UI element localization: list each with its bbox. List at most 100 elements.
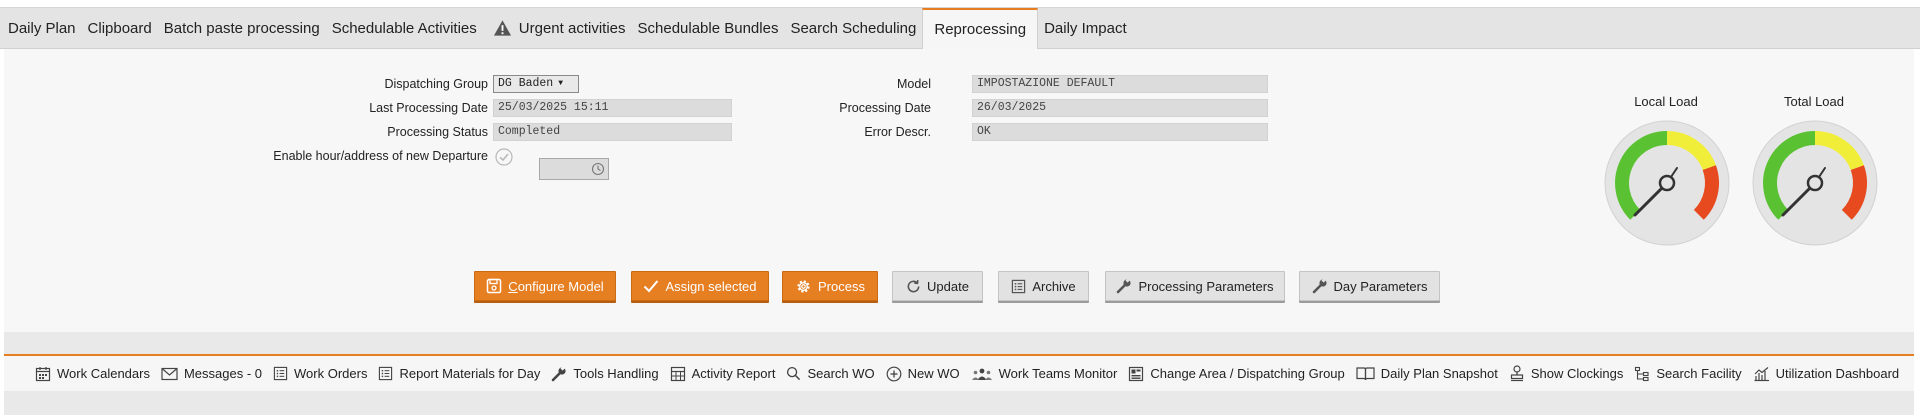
tool-label: Work Teams Monitor [998,366,1118,381]
process-label: Process [818,278,865,294]
save-icon [487,278,502,294]
tab-label: Urgent activities [518,19,626,37]
calendar-icon [35,366,51,381]
tool-label: Change Area / Dispatching Group [1150,366,1345,381]
processing-parameters-button[interactable]: Processing Parameters [1105,271,1285,301]
processing-date-label: Processing Date [839,101,931,115]
total-load-title: Total Load [1784,94,1844,109]
model-field: IMPOSTAZIONE DEFAULT [972,75,1268,93]
tool-label: Show Clockings [1530,366,1624,381]
clock-icon [591,162,605,176]
process-button[interactable]: Process [782,271,878,301]
wrench-icon [552,365,566,381]
archive-label: Archive [1032,278,1076,294]
tool-label: Report Materials for Day [399,366,541,381]
gear-icon [797,279,810,293]
tool-new-wo[interactable]: New WO [886,366,960,382]
model-label: Model [896,77,931,91]
tool-work-orders[interactable]: Work Orders [273,366,367,381]
tab-search-scheduling[interactable]: Search Scheduling [784,8,922,48]
error-descr-label: Error Descr. [864,125,931,139]
footer-bar [4,391,1914,415]
tool-label: Daily Plan Snapshot [1380,366,1498,381]
processing-parameters-label: Processing Parameters [1138,278,1274,294]
enable-hour-checkbox[interactable] [495,148,513,166]
hierarchy-icon [1635,366,1649,381]
day-parameters-button[interactable]: Day Parameters [1299,271,1440,301]
assign-selected-label: Assign selected [665,278,757,294]
archive-list-icon [1012,279,1026,293]
table-icon [670,366,685,381]
check-icon [644,280,659,293]
tab-label: Daily Plan [8,19,76,37]
tool-tools-handling[interactable]: Tools Handling [551,365,659,382]
tool-utilization-dashboard[interactable]: Utilization Dashboard [1753,366,1900,382]
wrench-icon [1117,278,1132,294]
dispatching-group-select[interactable]: DG Baden ▼ [493,75,579,93]
departure-time-field[interactable] [539,158,609,180]
configure-model-button[interactable]: Configure Model [474,271,616,301]
tool-label: Activity Report [691,366,776,381]
archive-button[interactable]: Archive [998,271,1089,301]
tab-label: Schedulable Activities [331,19,477,37]
refresh-icon [907,279,920,292]
configure-model-label: onfigure Model [517,278,604,294]
tool-show-clockings[interactable]: Show Clockings [1509,365,1624,382]
dispatching-group-value: DG Baden [498,77,554,90]
caret-down-icon: ▼ [558,79,564,88]
update-label: Update [927,278,969,294]
tab-schedulable-bundles[interactable]: Schedulable Bundles [632,8,785,48]
stamp-icon [1510,365,1523,382]
tool-messages[interactable]: Messages - 0 [161,366,262,381]
tool-search-facility[interactable]: Search Facility [1634,366,1742,382]
tool-label: Utilization Dashboard [1775,366,1900,381]
last-processing-date-field: 25/03/2025 15:11 [493,99,732,117]
list-icon [379,366,393,381]
configure-model-mnemonic: C [508,278,518,294]
tab-label: Clipboard [87,19,152,37]
bottom-toolbar: Work Calendars Messages - 0 Work Orders … [4,354,1914,391]
dispatching-group-label: Dispatching Group [384,77,488,91]
tab-batch-paste-processing[interactable]: Batch paste processing [158,8,326,48]
tab-label: Batch paste processing [163,19,320,37]
error-descr-field: OK [972,123,1268,141]
enable-hour-label: Enable hour/address of new Departure [273,149,488,163]
day-parameters-label: Day Parameters [1333,278,1428,294]
tool-work-calendars[interactable]: Work Calendars [35,366,150,382]
tab-label: Schedulable Bundles [637,19,779,37]
processing-date-field: 26/03/2025 [972,99,1268,117]
tool-label: Work Orders [294,366,368,381]
tab-schedulable-activities[interactable]: Schedulable Activities [326,8,483,48]
tool-label: Search Facility [1656,366,1742,381]
tool-search-wo[interactable]: Search WO [786,366,875,381]
local-load-title: Local Load [1634,94,1698,109]
tool-daily-plan-snapshot[interactable]: Daily Plan Snapshot [1356,366,1498,381]
tab-daily-plan[interactable]: Daily Plan [2,8,82,48]
tool-label: Tools Handling [573,366,659,381]
assign-selected-button[interactable]: Assign selected [631,271,769,301]
envelope-icon [161,367,178,380]
wrench-icon [1312,278,1327,294]
update-button[interactable]: Update [892,271,983,301]
team-icon [971,368,992,380]
tool-label: Work Calendars [57,366,150,381]
tab-label: Search Scheduling [790,19,917,37]
tool-work-teams-monitor[interactable]: Work Teams Monitor [971,366,1118,381]
chart-icon [1754,366,1769,381]
last-processing-date-label: Last Processing Date [369,101,488,115]
plus-circle-icon [886,366,902,381]
tool-activity-report[interactable]: Activity Report [670,366,776,382]
list-icon [273,366,288,381]
tab-clipboard[interactable]: Clipboard [82,8,158,48]
local-load-gauge [1604,120,1730,246]
tool-change-area[interactable]: Change Area / Dispatching Group [1128,366,1345,382]
search-icon [787,366,801,381]
tab-daily-impact[interactable]: Daily Impact [1038,8,1133,48]
tool-label: Search WO [807,366,875,381]
warning-icon [493,20,511,36]
tab-reprocessing[interactable]: Reprocessing [922,8,1039,49]
tab-urgent-activities[interactable]: Urgent activities [483,8,632,48]
tool-report-materials[interactable]: Report Materials for Day [378,366,540,381]
panel-separator [4,332,1914,354]
tab-bar: Daily Plan Clipboard Batch paste process… [0,7,1920,49]
